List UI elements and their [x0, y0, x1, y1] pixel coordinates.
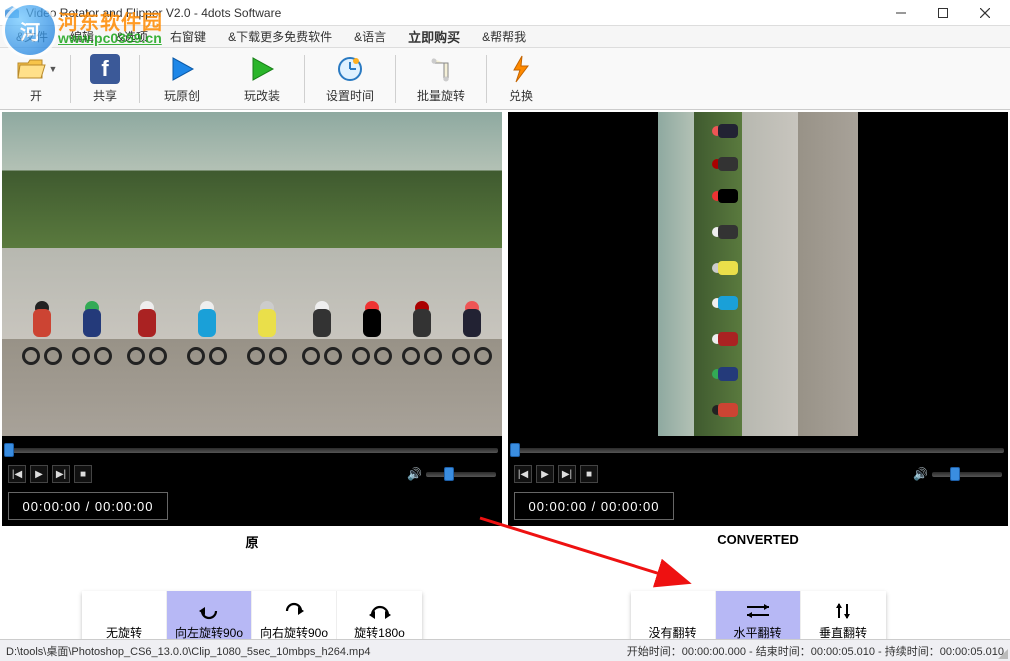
- speaker-icon[interactable]: 🔊: [913, 467, 928, 481]
- seekbar-original[interactable]: [2, 438, 502, 460]
- menu-file[interactable]: &文件: [6, 26, 58, 47]
- pane-converted: |◀ ▶ ▶| ■ 🔊 00:00:00 / 00:00:00: [508, 112, 1008, 526]
- video-converted[interactable]: [508, 112, 1008, 436]
- pane-labels: 原 CONVERTED: [0, 526, 1010, 557]
- play-button[interactable]: ▶: [30, 465, 48, 483]
- facebook-icon: f: [89, 53, 121, 85]
- video-original[interactable]: [2, 112, 502, 436]
- set-time-button[interactable]: 设置时间: [307, 50, 393, 108]
- time-display-converted: 00:00:00 / 00:00:00: [514, 492, 674, 520]
- window-title: Video Rotator and Flipper V2.0 - 4dots S…: [26, 6, 880, 20]
- menu-options[interactable]: &选项: [106, 26, 158, 47]
- statusbar: D:\tools\桌面\Photoshop_CS6_13.0.0\Clip_10…: [0, 639, 1010, 661]
- seek-thumb-icon[interactable]: [510, 443, 520, 457]
- menu-edit[interactable]: 编辑: [60, 26, 104, 47]
- time-display-original: 00:00:00 / 00:00:00: [8, 492, 168, 520]
- menu-language[interactable]: &语言: [344, 26, 396, 47]
- seek-thumb-icon[interactable]: [4, 443, 14, 457]
- app-icon: [4, 5, 20, 21]
- pane-original: |◀ ▶ ▶| ■ 🔊 00:00:00 / 00:00:00: [2, 112, 502, 526]
- close-button[interactable]: [964, 0, 1006, 26]
- flip-vertical-icon: [832, 600, 854, 622]
- clock-icon: [334, 53, 366, 85]
- status-times: 开始时间：00:00:00.000 - 结束时间：00:00:05.010 - …: [627, 643, 1004, 659]
- menubar: &文件 编辑 &选项 右窗键 &下载更多免费软件 &语言 立即购买 &帮帮我: [0, 26, 1010, 48]
- label-original: 原: [2, 526, 502, 557]
- video-panes: |◀ ▶ ▶| ■ 🔊 00:00:00 / 00:00:00: [0, 110, 1010, 526]
- minimize-button[interactable]: [880, 0, 922, 26]
- batch-rotate-button[interactable]: 批量旋转: [398, 50, 484, 108]
- speaker-icon[interactable]: 🔊: [407, 467, 422, 481]
- prev-button[interactable]: |◀: [8, 465, 26, 483]
- menu-download-more[interactable]: &下载更多免费软件: [218, 26, 342, 47]
- play-blue-icon: [166, 53, 198, 85]
- next-button[interactable]: ▶|: [52, 465, 70, 483]
- menu-rightclick[interactable]: 右窗键: [160, 26, 216, 47]
- svg-text:f: f: [101, 56, 109, 81]
- stop-button[interactable]: ■: [74, 465, 92, 483]
- folder-open-icon: [15, 53, 47, 85]
- play-button[interactable]: ▶: [536, 465, 554, 483]
- volume-slider[interactable]: [932, 472, 1002, 477]
- play-green-icon: [246, 53, 278, 85]
- next-button[interactable]: ▶|: [558, 465, 576, 483]
- scroll-icon: [425, 53, 457, 85]
- rotate-left-icon: [196, 600, 222, 622]
- resize-grip-icon[interactable]: [996, 647, 1008, 659]
- label-converted: CONVERTED: [508, 526, 1008, 557]
- flip-horizontal-icon: [744, 600, 772, 622]
- stop-button[interactable]: ■: [580, 465, 598, 483]
- volume-slider[interactable]: [426, 472, 496, 477]
- player-controls-converted: |◀ ▶ ▶| ■ 🔊: [508, 462, 1008, 486]
- lightning-icon: [505, 53, 537, 85]
- convert-button[interactable]: 兑换: [489, 50, 553, 108]
- play-original-button[interactable]: 玩原创: [142, 50, 222, 108]
- open-button[interactable]: ▼ 开: [4, 50, 68, 108]
- share-button[interactable]: f 共享: [73, 50, 137, 108]
- toolbar: ▼ 开 f 共享 玩原创 玩改装 设置时间 批量旋转: [0, 48, 1010, 110]
- menu-buy-now[interactable]: 立即购买: [398, 25, 470, 48]
- menu-help[interactable]: &帮帮我: [472, 26, 536, 47]
- status-path: D:\tools\桌面\Photoshop_CS6_13.0.0\Clip_10…: [6, 643, 627, 659]
- dropdown-arrow-icon[interactable]: ▼: [49, 64, 58, 74]
- rotate-180-icon: [367, 600, 393, 622]
- rotate-right-icon: [281, 600, 307, 622]
- maximize-button[interactable]: [922, 0, 964, 26]
- titlebar: Video Rotator and Flipper V2.0 - 4dots S…: [0, 0, 1010, 26]
- prev-button[interactable]: |◀: [514, 465, 532, 483]
- player-controls-original: |◀ ▶ ▶| ■ 🔊: [2, 462, 502, 486]
- seekbar-converted[interactable]: [508, 438, 1008, 460]
- play-modified-button[interactable]: 玩改装: [222, 50, 302, 108]
